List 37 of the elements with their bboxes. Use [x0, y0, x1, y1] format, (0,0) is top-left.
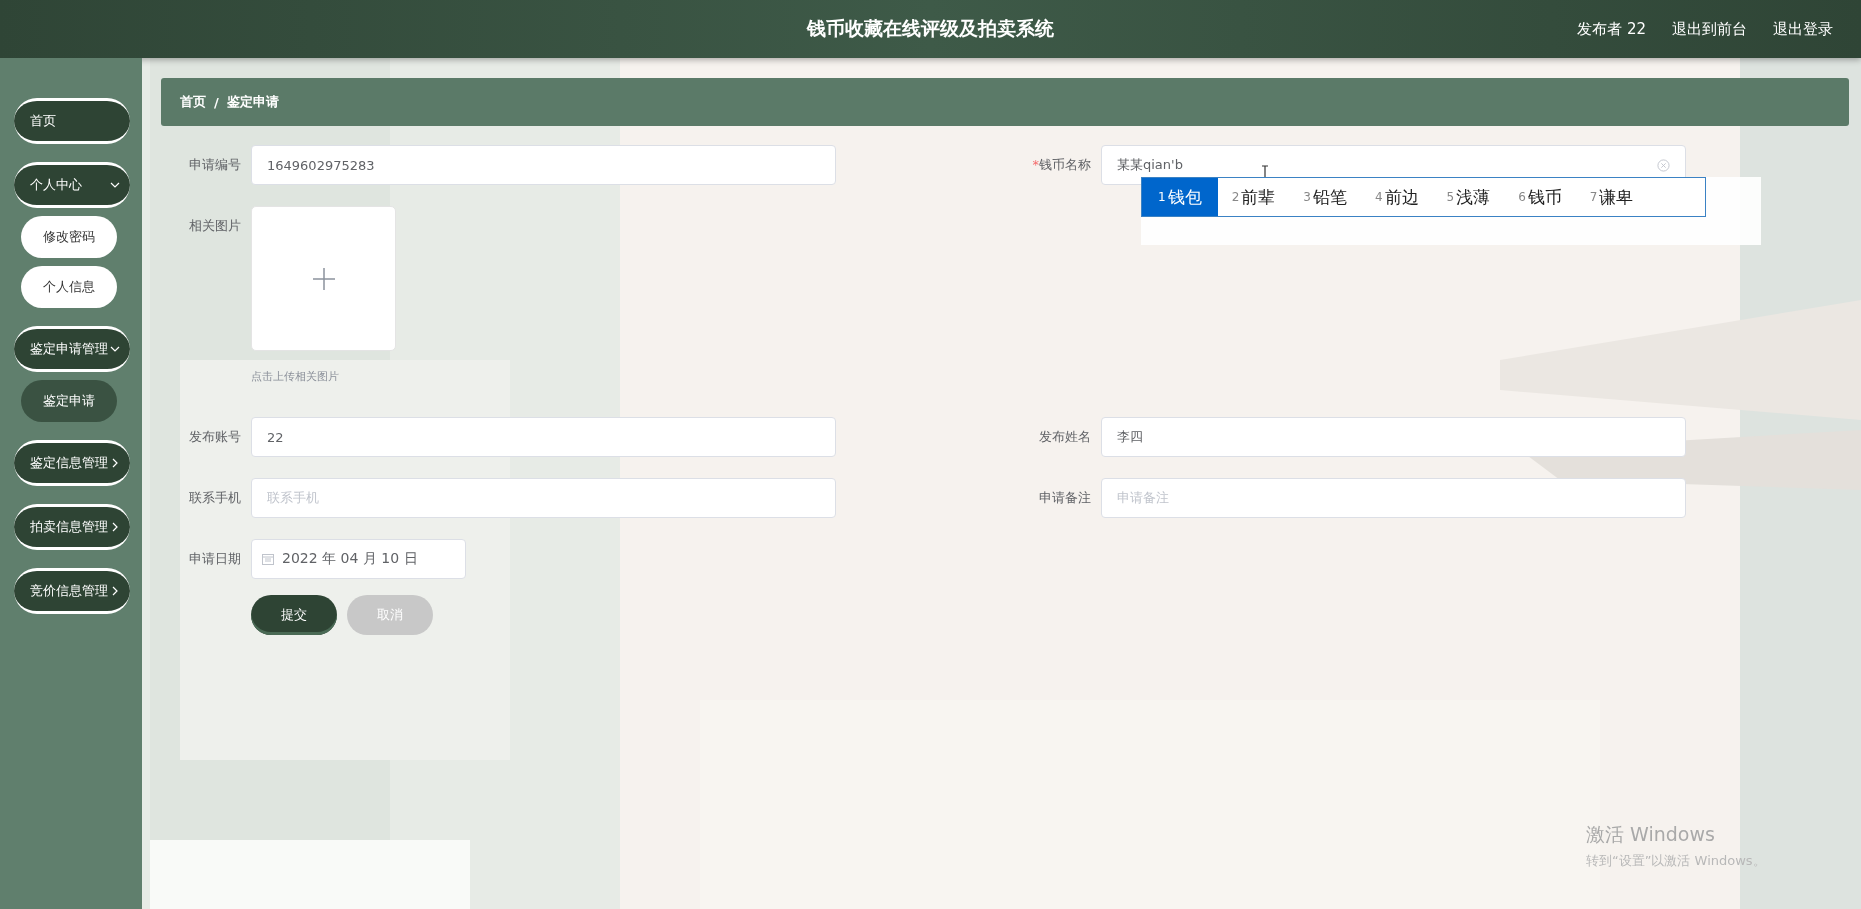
header-link[interactable]: 退出到前台 [1672, 19, 1747, 39]
text-field[interactable]: 李四 [1101, 417, 1686, 457]
image-upload-box[interactable] [251, 206, 396, 351]
calendar-icon [262, 553, 274, 565]
header-link[interactable]: 退出登录 [1773, 19, 1833, 39]
ime-candidate[interactable]: 1 钱包 [1142, 178, 1218, 216]
plus-icon [311, 266, 336, 291]
breadcrumb-link[interactable]: 首页 [180, 93, 206, 111]
submit-button[interactable]: 提交 [251, 595, 337, 635]
upload-hint: 点击上传相关图片 [251, 369, 340, 384]
menu-item[interactable]: 鉴定信息管理 [14, 440, 130, 486]
date-field[interactable]: 2022 年 04 月 10 日 [251, 539, 466, 579]
activation-notice-message: 转到“设置”以激活 Windows。 [1586, 852, 1766, 870]
menu-item[interactable]: 竞价信息管理 [14, 568, 130, 614]
menu-item[interactable]: 首页 [14, 98, 130, 144]
field-label: 相关图片 [188, 217, 242, 235]
field-label: 申请备注 [1038, 489, 1092, 507]
field-label: 联系手机 [188, 489, 242, 507]
breadcrumb-link[interactable]: 鉴定申请 [226, 93, 279, 111]
submenu-item[interactable]: 修改密码 [21, 216, 117, 258]
breadcrumb-separator: / [214, 94, 219, 110]
text-field[interactable]: 22 [251, 417, 836, 457]
submenu-item[interactable]: 个人信息 [21, 266, 117, 308]
clear-icon[interactable] [1657, 158, 1670, 172]
submenu-item[interactable]: 鉴定申请 [21, 380, 117, 422]
field-label: 申请编号 [188, 156, 242, 174]
field-label: 发布账号 [188, 428, 242, 446]
field-label: *钱币名称 [1031, 156, 1092, 174]
menu-item[interactable]: 个人中心 [14, 162, 130, 208]
field-label: 发布姓名 [1038, 428, 1092, 446]
text-field[interactable]: 1649602975283 [251, 145, 836, 185]
activation-notice-title: 激活 Windows [1586, 822, 1716, 847]
menu-item[interactable]: 鉴定申请管理 [14, 326, 130, 372]
header-link[interactable]: 发布者 22 [1577, 19, 1646, 39]
app-title: 钱币收藏在线评级及拍卖系统 [807, 16, 1054, 41]
field-label: 申请日期 [188, 550, 242, 568]
menu-item[interactable]: 拍卖信息管理 [14, 504, 130, 550]
